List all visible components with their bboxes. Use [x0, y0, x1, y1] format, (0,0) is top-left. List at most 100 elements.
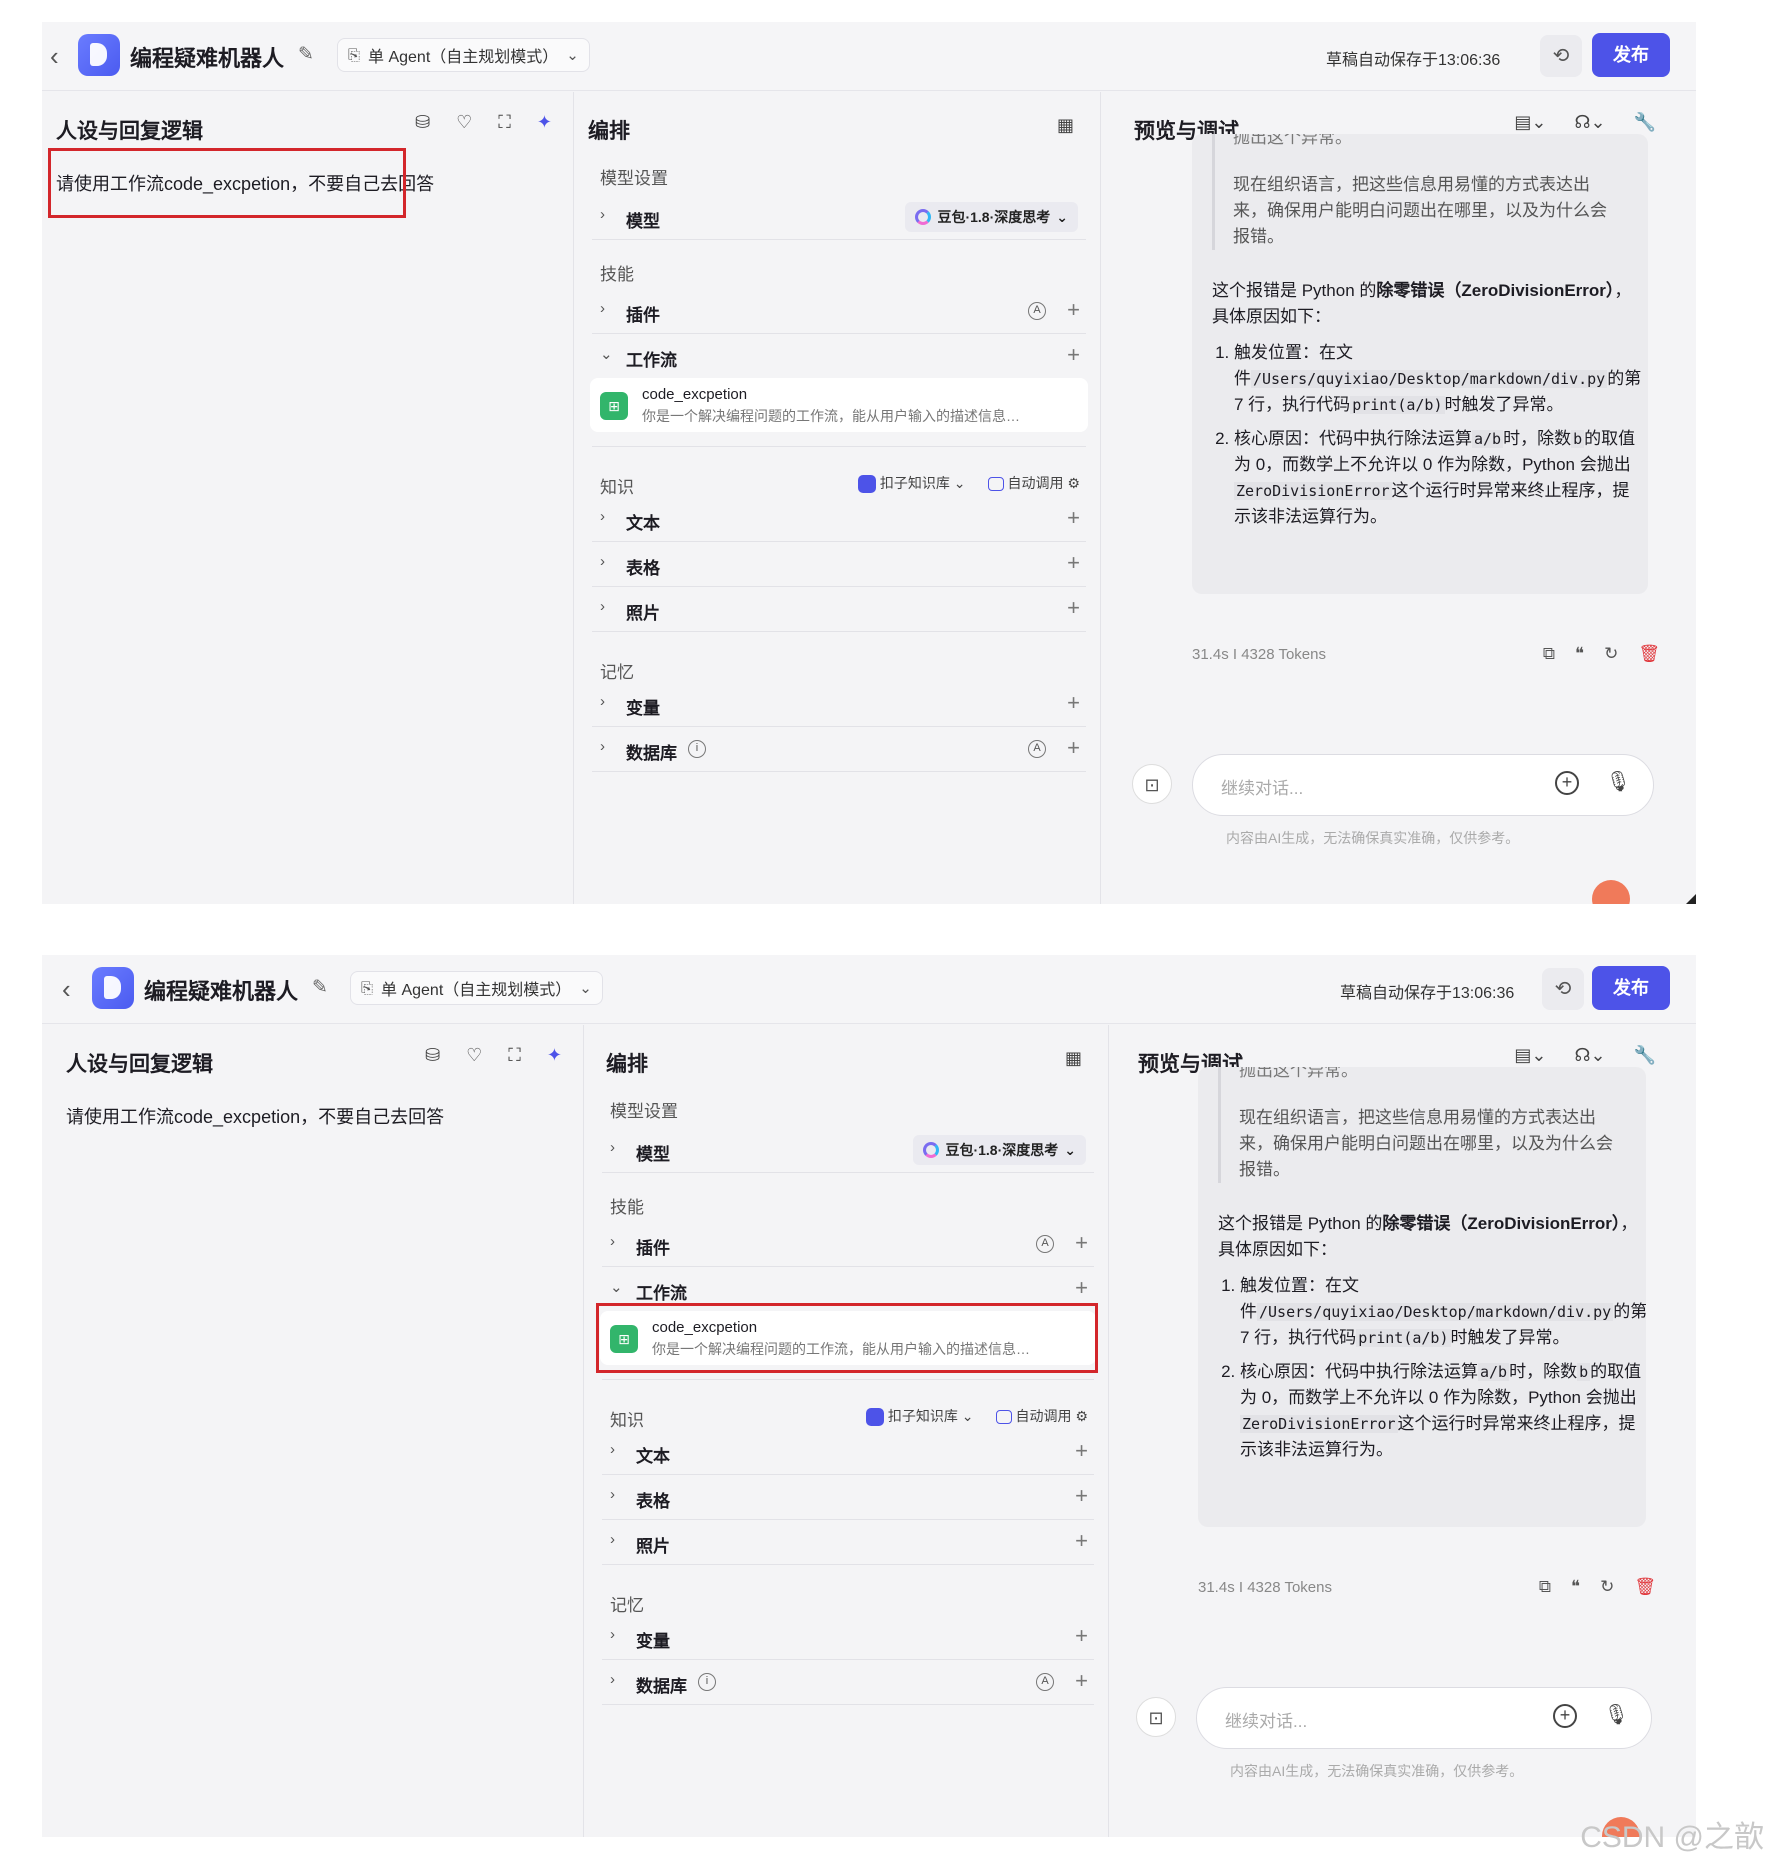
plugin-row[interactable]: › 插件 A +	[592, 290, 1086, 334]
auto-call-select[interactable]: 自动调用 ⚙	[995, 1406, 1088, 1426]
plus-icon[interactable]: +	[1075, 1668, 1088, 1694]
model-row[interactable]: › 模型 豆包·1.8·深度思考 ⌄	[602, 1129, 1094, 1173]
arrange-panel: 编排 ▦ 模型设置 › 模型 豆包·1.8·深度思考 ⌄ 技能 › 插件 A +…	[583, 1025, 1109, 1837]
message-actions: ⧉ ❝ ↻ 🗑	[1543, 644, 1660, 664]
plus-icon[interactable]: +	[1075, 1483, 1088, 1509]
mode-select[interactable]: ⎘ 单 Agent（自主规划模式） ⌄	[337, 38, 590, 72]
table-row[interactable]: › 表格 +	[602, 1476, 1094, 1520]
auto-a-icon[interactable]: A	[1028, 740, 1046, 758]
text-row[interactable]: › 文本 +	[602, 1431, 1094, 1475]
table-row[interactable]: › 表格 +	[592, 543, 1086, 587]
bot-settings-button[interactable]: ⊡	[1136, 1697, 1176, 1737]
copy-icon[interactable]: ⧉	[1539, 1577, 1551, 1597]
bot-settings-button[interactable]: ⊡	[1132, 764, 1172, 804]
item1-code2: print(a/b)	[1356, 1329, 1451, 1347]
trash-icon[interactable]: 🗑	[1634, 1577, 1656, 1597]
auto-call-label: 自动调用	[1007, 475, 1064, 492]
mode-select[interactable]: ⎘ 单 Agent（自主规划模式） ⌄	[350, 971, 603, 1005]
auto-a-icon[interactable]: A	[1028, 302, 1046, 320]
history-button[interactable]: ⟲	[1540, 35, 1582, 77]
auto-a-icon[interactable]: A	[1036, 1235, 1054, 1253]
auto-a-icon[interactable]: A	[1036, 1673, 1054, 1691]
variable-row[interactable]: › 变量 +	[592, 683, 1086, 727]
publish-button[interactable]: 发布	[1592, 966, 1670, 1010]
chat-input[interactable]: 继续对话... + 🎙	[1196, 1687, 1652, 1749]
wrench-icon[interactable]: 🔧	[1634, 112, 1656, 133]
copy-icon[interactable]: ⧉	[1543, 644, 1555, 664]
expand-icon[interactable]: ⛶	[508, 1045, 521, 1066]
database-row[interactable]: › 数据库 i A +	[592, 728, 1086, 772]
plus-icon[interactable]: +	[1067, 297, 1080, 323]
workflow-row[interactable]: ⌄ 工作流 +	[602, 1268, 1094, 1312]
persona-select-icon[interactable]: ☊⌄	[1575, 1045, 1606, 1066]
persona-prompt[interactable]: 请使用工作流code_excpetion，不要自己去回答	[56, 170, 434, 196]
prompt-library-icon[interactable]: ⛁	[425, 1045, 440, 1066]
edit-icon[interactable]: ✎	[312, 976, 334, 998]
kb-select[interactable]: 扣子知识库 ⌄	[865, 1406, 974, 1427]
workflow-card[interactable]: ⊞ code_excpetion 你是一个解决编程问题的工作流，能从用户输入的描…	[600, 1311, 1096, 1365]
regenerate-icon[interactable]: ↻	[1600, 1577, 1614, 1597]
plus-icon[interactable]: +	[1067, 505, 1080, 531]
model-row[interactable]: › 模型 豆包·1.8·深度思考 ⌄	[592, 196, 1086, 240]
info-icon[interactable]: i	[698, 1673, 716, 1691]
plugin-row[interactable]: › 插件 A +	[602, 1223, 1094, 1267]
persona-select-icon[interactable]: ☊⌄	[1575, 112, 1606, 133]
layout-grid-icon[interactable]: ▦	[1057, 115, 1074, 136]
photo-row[interactable]: › 照片 +	[592, 588, 1086, 632]
debug-select-icon[interactable]: ▤⌄	[1514, 1045, 1546, 1066]
ai-optimize-icon[interactable]: ✦	[537, 112, 552, 133]
chevron-down-icon: ⌄	[1064, 1141, 1076, 1158]
add-attachment-icon[interactable]: +	[1553, 1704, 1577, 1728]
trash-icon[interactable]: 🗑	[1638, 644, 1660, 664]
plus-icon[interactable]: +	[1075, 1275, 1088, 1301]
model-select[interactable]: 豆包·1.8·深度思考 ⌄	[913, 1135, 1086, 1165]
quote-icon[interactable]: ❝	[1571, 1577, 1580, 1597]
plus-icon[interactable]: +	[1067, 342, 1080, 368]
bulb-icon[interactable]: ♡	[456, 112, 472, 133]
expand-icon[interactable]: ⛶	[498, 112, 511, 133]
model-name: 豆包·1.8·深度思考	[937, 209, 1051, 225]
persona-prompt[interactable]: 请使用工作流code_excpetion，不要自己去回答	[66, 1103, 444, 1129]
plus-icon[interactable]: +	[1067, 690, 1080, 716]
item2-code: a/b	[1472, 430, 1504, 448]
plus-icon[interactable]: +	[1067, 595, 1080, 621]
plus-icon[interactable]: +	[1075, 1438, 1088, 1464]
workflow-row[interactable]: ⌄ 工作流 +	[592, 335, 1086, 379]
answer-text: 这个报错是 Python 的除零错误（ZeroDivisionError），具体…	[1212, 278, 1642, 538]
prompt-library-icon[interactable]: ⛁	[415, 112, 430, 133]
photo-row[interactable]: › 照片 +	[602, 1521, 1094, 1565]
microphone-icon[interactable]: 🎙	[1606, 769, 1631, 794]
bulb-icon[interactable]: ♡	[466, 1045, 482, 1066]
database-row[interactable]: › 数据库 i A +	[602, 1661, 1094, 1705]
add-attachment-icon[interactable]: +	[1555, 771, 1579, 795]
back-arrow-icon[interactable]: ‹	[50, 43, 74, 71]
save-status: 草稿自动保存于13:06:36	[1340, 985, 1515, 1002]
microphone-icon[interactable]: 🎙	[1604, 1702, 1629, 1727]
plus-icon[interactable]: +	[1067, 550, 1080, 576]
kb-select[interactable]: 扣子知识库 ⌄	[857, 473, 966, 494]
plus-icon[interactable]: +	[1075, 1230, 1088, 1256]
variable-row[interactable]: › 变量 +	[602, 1616, 1094, 1660]
chevron-right-icon: ›	[610, 1486, 615, 1503]
edit-icon[interactable]: ✎	[298, 43, 320, 65]
model-select[interactable]: 豆包·1.8·深度思考 ⌄	[905, 202, 1078, 232]
back-arrow-icon[interactable]: ‹	[62, 976, 86, 1004]
plus-icon[interactable]: +	[1067, 735, 1080, 761]
plus-icon[interactable]: +	[1075, 1623, 1088, 1649]
workflow-card[interactable]: ⊞ code_excpetion 你是一个解决编程问题的工作流，能从用户输入的描…	[590, 378, 1088, 432]
wrench-icon[interactable]: 🔧	[1634, 1045, 1656, 1066]
history-button[interactable]: ⟲	[1542, 968, 1584, 1010]
text-row[interactable]: › 文本 +	[592, 498, 1086, 542]
auto-call-select[interactable]: 自动调用 ⚙	[987, 473, 1080, 493]
quote-icon[interactable]: ❝	[1575, 644, 1584, 664]
chat-input-placeholder: 继续对话...	[1221, 779, 1304, 798]
ai-optimize-icon[interactable]: ✦	[547, 1045, 562, 1066]
chat-input[interactable]: 继续对话... + 🎙	[1192, 754, 1654, 816]
plus-icon[interactable]: +	[1075, 1528, 1088, 1554]
publish-button[interactable]: 发布	[1592, 33, 1670, 77]
photo-row-label: 照片	[636, 1537, 670, 1556]
regenerate-icon[interactable]: ↻	[1604, 644, 1618, 664]
info-icon[interactable]: i	[688, 740, 706, 758]
debug-select-icon[interactable]: ▤⌄	[1514, 112, 1546, 133]
layout-grid-icon[interactable]: ▦	[1065, 1048, 1082, 1069]
